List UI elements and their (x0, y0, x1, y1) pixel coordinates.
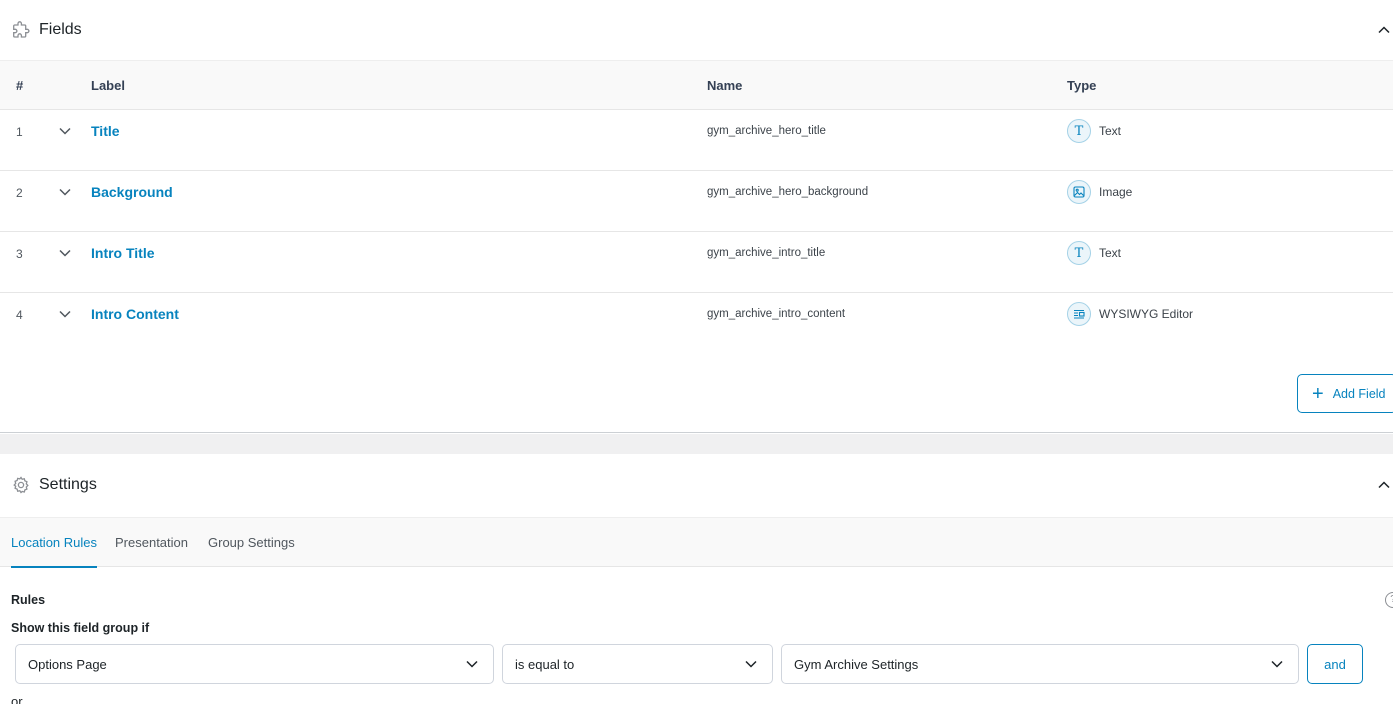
chevron-up-icon[interactable] (1377, 23, 1391, 37)
image-type-icon (1067, 180, 1091, 204)
fields-footer (0, 353, 1393, 433)
settings-tabs: Location Rules Presentation Group Settin… (0, 517, 1393, 568)
settings-panel-header[interactable]: Settings (0, 455, 1393, 515)
field-type-label: Text (1099, 246, 1122, 260)
field-name: gym_archive_hero_title (707, 125, 826, 137)
puzzle-icon (13, 21, 30, 38)
help-icon[interactable]: ? (1385, 592, 1393, 608)
rule-value-select[interactable]: Gym Archive Settings (781, 644, 1299, 684)
settings-panel-title: Settings (39, 476, 97, 493)
add-field-label: Add Field (1332, 386, 1386, 401)
field-type-label: Image (1099, 185, 1133, 199)
add-field-button[interactable]: + Add Field (1297, 374, 1393, 413)
panel-divider (0, 434, 1393, 454)
field-name: gym_archive_intro_title (707, 247, 826, 259)
field-order-number: 1 (16, 125, 23, 139)
show-if-label: Show this field group if (11, 621, 150, 635)
chevron-down-icon[interactable] (58, 187, 72, 197)
tab-group-settings[interactable]: Group Settings (208, 518, 295, 568)
wysiwyg-type-icon (1067, 302, 1091, 326)
field-type: Image (1067, 180, 1132, 204)
field-order-number: 4 (16, 308, 23, 322)
field-label-link[interactable]: Background (91, 184, 173, 200)
and-button[interactable]: and (1307, 644, 1363, 684)
rule-param-select[interactable]: Options Page (15, 644, 494, 684)
chevron-down-icon[interactable] (58, 309, 72, 319)
fields-table-header: # Label Name Type (0, 60, 1393, 110)
column-header-number: # (16, 78, 24, 93)
field-row[interactable]: 4 Intro Content gym_archive_intro_conten… (0, 293, 1393, 354)
rule-param-value: Options Page (28, 656, 107, 672)
chevron-down-icon (745, 660, 757, 668)
rule-operator-select[interactable]: is equal to (502, 644, 773, 684)
field-row[interactable]: 1 Title gym_archive_hero_title T Text (0, 110, 1393, 171)
chevron-up-icon[interactable] (1377, 478, 1391, 492)
field-name: gym_archive_hero_background (707, 186, 869, 198)
fields-panel-header[interactable]: Fields (0, 0, 1393, 60)
text-type-icon: T (1067, 119, 1091, 143)
column-header-name: Name (707, 78, 743, 93)
column-header-type: Type (1067, 78, 1097, 93)
field-type: T Text (1067, 119, 1121, 143)
text-type-icon: T (1067, 241, 1091, 265)
field-row[interactable]: 2 Background gym_archive_hero_background… (0, 171, 1393, 232)
chevron-down-icon[interactable] (58, 126, 72, 136)
rule-operator-value: is equal to (515, 656, 575, 672)
field-type-label: Text (1099, 124, 1122, 138)
chevron-down-icon[interactable] (58, 248, 72, 258)
rules-heading: Rules (11, 593, 46, 607)
field-label-link[interactable]: Intro Title (91, 245, 155, 261)
plus-icon: + (1312, 382, 1324, 405)
field-row[interactable]: 3 Intro Title gym_archive_intro_title T … (0, 232, 1393, 293)
column-header-label: Label (91, 78, 125, 93)
chevron-down-icon (1271, 660, 1283, 668)
tab-location-rules[interactable]: Location Rules (11, 518, 97, 568)
fields-panel-title: Fields (39, 21, 82, 38)
field-type-label: WYSIWYG Editor (1099, 307, 1194, 321)
field-order-number: 2 (16, 186, 23, 200)
chevron-down-icon (466, 660, 478, 668)
field-label-link[interactable]: Intro Content (91, 306, 179, 322)
tab-presentation[interactable]: Presentation (115, 518, 188, 568)
field-type: T Text (1067, 241, 1121, 265)
or-label: or (11, 694, 23, 704)
field-label-link[interactable]: Title (91, 123, 120, 139)
field-type: WYSIWYG Editor (1067, 302, 1193, 326)
field-name: gym_archive_intro_content (707, 308, 846, 320)
field-order-number: 3 (16, 247, 23, 261)
gear-icon (13, 476, 29, 494)
rule-value-value: Gym Archive Settings (794, 656, 919, 672)
